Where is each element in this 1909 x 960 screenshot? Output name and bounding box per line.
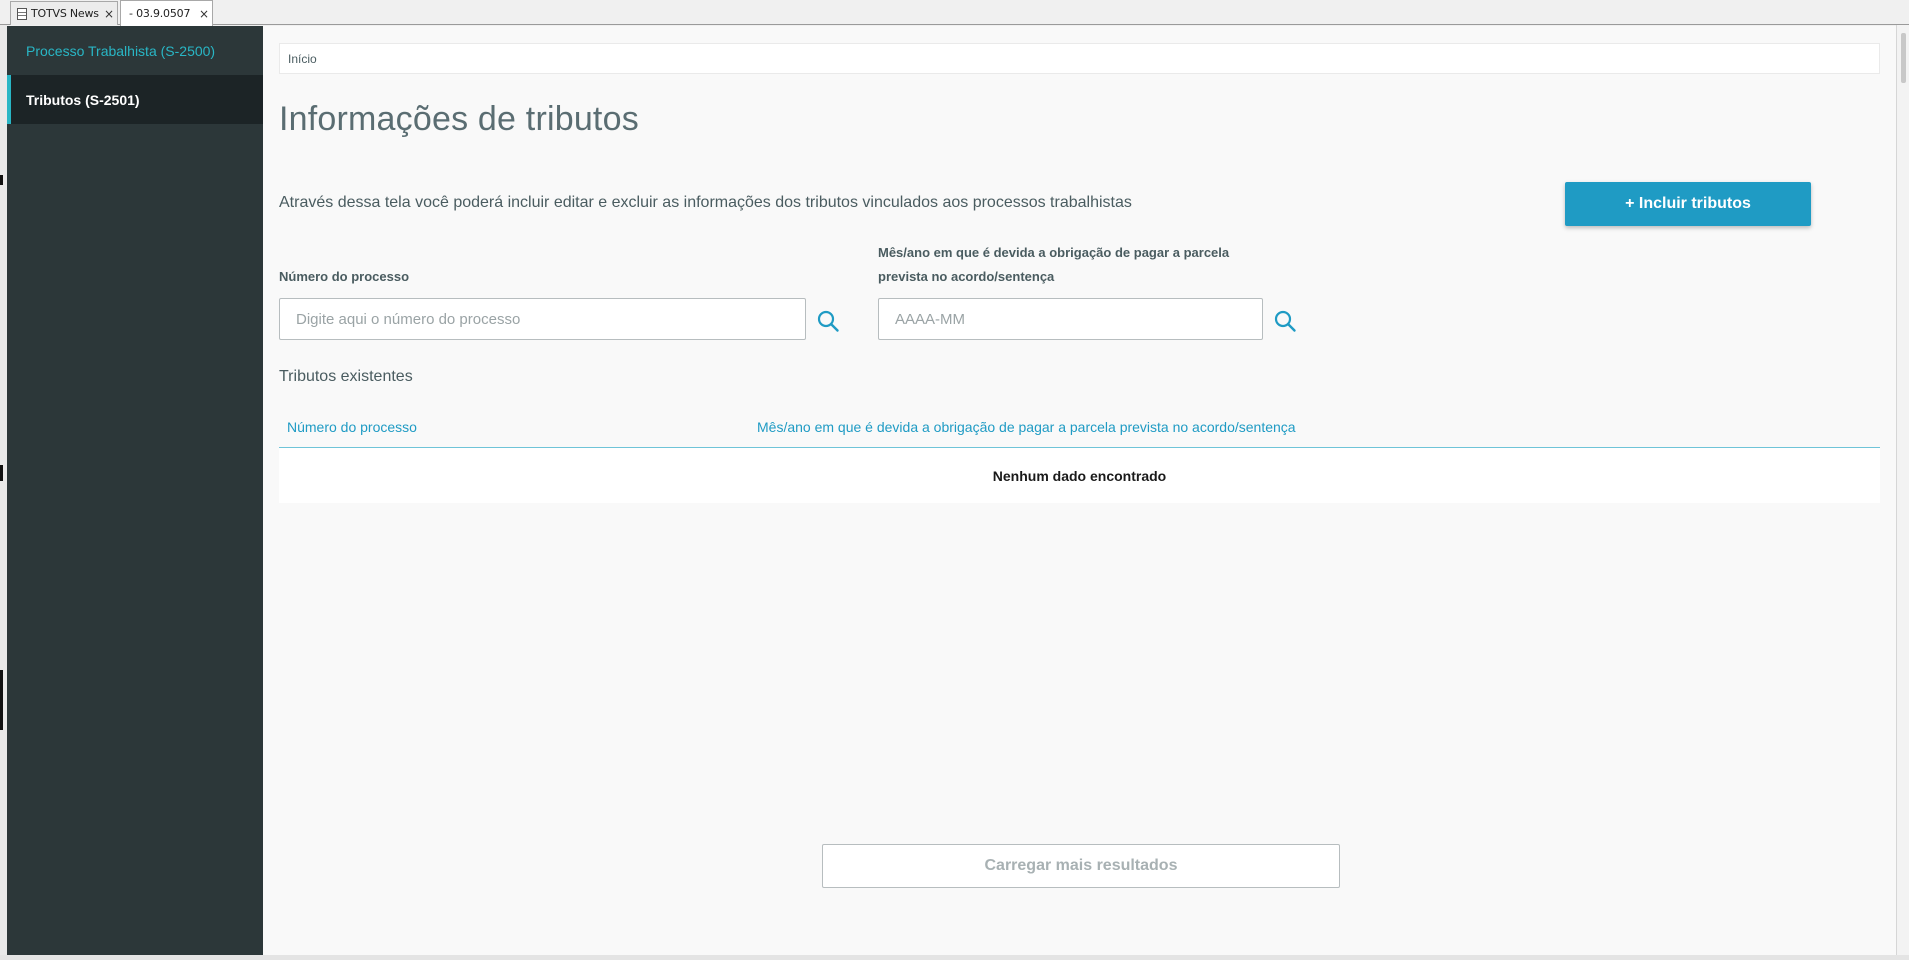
tab-bar: TOTVS News × - 03.9.0507 × (0, 0, 1909, 26)
mes-ano-field-label: Mês/ano em que é devida a obrigação de p… (878, 245, 1230, 284)
close-icon[interactable]: × (101, 7, 117, 21)
tab-totvs-news[interactable]: TOTVS News × (10, 1, 118, 25)
sidebar-item-label: Processo Trabalhista (S-2500) (26, 42, 216, 59)
breadcrumb: Início (279, 43, 1880, 74)
column-header-numero-processo[interactable]: Número do processo (287, 407, 417, 447)
tab-label: - 03.9.0507 (129, 7, 191, 20)
sidebar-item-label: Tributos (S-2501) (26, 91, 140, 108)
tab-label: TOTVS News (31, 7, 99, 20)
page-description: Através dessa tela você poderá incluir e… (279, 194, 1132, 211)
edge-mark (0, 465, 3, 481)
table-header: Número do processo Mês/ano em que é devi… (279, 407, 1880, 448)
tributos-table: Número do processo Mês/ano em que é devi… (279, 407, 1880, 503)
sidebar-item-tributos[interactable]: Tributos (S-2501) (7, 75, 263, 124)
table-section-title: Tributos existentes (279, 368, 413, 385)
breadcrumb-item-inicio[interactable]: Início (288, 52, 317, 66)
sidebar-item-processo-trabalhista[interactable]: Processo Trabalhista (S-2500) (7, 26, 263, 75)
document-icon (17, 7, 27, 20)
main-content: Início Informações de tributos Através d… (263, 26, 1896, 955)
add-tributos-button[interactable]: + Incluir tributos (1565, 182, 1811, 226)
load-more-button[interactable]: Carregar mais resultados (822, 844, 1340, 888)
edge-mark (0, 670, 3, 730)
window-left-edge (0, 25, 7, 960)
page-title: Informações de tributos (279, 100, 639, 138)
search-icon[interactable] (1273, 309, 1297, 333)
mes-ano-search-input[interactable] (878, 298, 1263, 340)
search-icon[interactable] (816, 309, 840, 333)
edge-mark (0, 175, 3, 185)
column-header-mes-ano[interactable]: Mês/ano em que é devida a obrigação de p… (757, 407, 1296, 447)
empty-message: Nenhum dado encontrado (992, 467, 1167, 484)
processo-field-label: Número do processo (279, 269, 410, 284)
processo-search-input[interactable] (279, 298, 806, 340)
sidebar: Processo Trabalhista (S-2500) Tributos (… (7, 26, 263, 955)
close-icon[interactable]: × (196, 7, 212, 21)
scrollbar-thumb[interactable] (1901, 33, 1906, 83)
table-empty-state: Nenhum dado encontrado (279, 448, 1880, 503)
vertical-scrollbar[interactable] (1896, 25, 1909, 955)
tab-active[interactable]: - 03.9.0507 × (120, 0, 213, 26)
window-bottom-edge (0, 955, 1909, 960)
